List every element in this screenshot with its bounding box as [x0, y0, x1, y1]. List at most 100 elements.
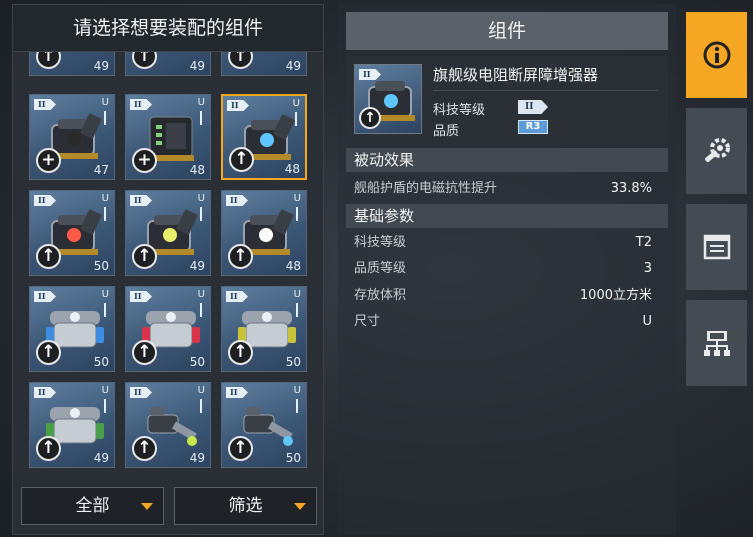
size-tag: U — [197, 289, 205, 300]
card-level: 49 — [285, 59, 301, 73]
list-panel-icon — [703, 234, 730, 260]
size-tag: U — [197, 193, 205, 204]
item-thumbnail: II ↑ — [354, 64, 422, 134]
upgrade-arrow-icon[interactable]: ↑ — [36, 244, 61, 269]
card-level: 49 — [93, 451, 109, 465]
card-level: 50 — [93, 355, 109, 369]
basic-row-label: 科技等级 — [354, 235, 407, 250]
card-level: 49 — [189, 59, 205, 73]
upgrade-arrow-icon: ↑ — [132, 52, 157, 69]
component-card[interactable]: II U ↑ 49 — [125, 382, 211, 468]
basic-section-title: 基础参数 — [346, 204, 668, 228]
component-card[interactable]: II U ↑ 49 — [125, 190, 211, 276]
passive-row: 舰船护盾的电磁抗性提升 33.8% — [346, 176, 668, 202]
info-icon — [703, 41, 730, 69]
tab-info[interactable] — [686, 12, 747, 98]
component-card[interactable]: ↑ 49 — [221, 52, 307, 76]
basic-row: 科技等级 T2 — [346, 230, 668, 256]
component-card[interactable]: ↑ 49 — [29, 52, 115, 76]
size-tag: U — [101, 385, 109, 396]
item-name: 旗舰级电阻断屏障增强器 — [433, 66, 599, 84]
card-level: 47 — [93, 163, 109, 177]
card-level: 48 — [284, 162, 300, 176]
quality-badge: R3 — [518, 120, 548, 134]
tab-list[interactable] — [686, 204, 747, 290]
basic-row-value: U — [642, 314, 652, 329]
upgrade-arrow-icon[interactable]: ↑ — [228, 244, 253, 269]
passive-section-title: 被动效果 — [346, 148, 668, 172]
dropdown-caret-icon — [141, 503, 153, 510]
filter-dropdown-label: 筛选 — [228, 496, 263, 516]
component-card[interactable]: II U ↑ 49 — [29, 382, 115, 468]
upgrade-arrow-icon: ↑ — [228, 52, 253, 69]
basic-row-value: 1000立方米 — [579, 288, 652, 303]
size-tag: U — [293, 385, 301, 396]
filter-dropdown[interactable]: 筛选 — [174, 487, 317, 525]
card-level: 50 — [189, 355, 205, 369]
size-tag: U — [197, 97, 205, 108]
quality-label: 品质 — [433, 124, 460, 139]
wrench-gear-icon — [704, 138, 730, 162]
basic-row: 品质等级 3 — [346, 256, 668, 282]
component-card[interactable]: II U ↑ 50 — [221, 286, 307, 372]
divider — [433, 90, 658, 91]
upgrade-arrow-icon[interactable]: ↑ — [36, 436, 61, 461]
add-circle-icon[interactable]: + — [36, 148, 61, 173]
basic-row: 尺寸 U — [346, 309, 668, 335]
component-detail-panel: 组件 II ↑ 旗舰级电阻断屏障增强器 科技等级 II 品质 R3 被动效果 舰… — [338, 4, 676, 535]
size-tag: U — [101, 193, 109, 204]
component-grid[interactable]: ↑ 49 ↑ 49 ↑ 49 II U +47 II U +48 II U ↑ 48 II U ↑ 50 II U ↑ 49 I… — [13, 52, 323, 482]
size-tag: U — [197, 385, 205, 396]
tech-tree-icon — [703, 331, 730, 356]
basic-row: 存放体积 1000立方米 — [346, 283, 668, 309]
card-level: 49 — [189, 451, 205, 465]
tab-modules[interactable] — [686, 108, 747, 194]
add-circle-icon[interactable]: + — [132, 148, 157, 173]
component-card[interactable]: ↑ 49 — [125, 52, 211, 76]
passive-row-label: 舰船护盾的电磁抗性提升 — [354, 181, 498, 196]
panel-title: 请选择想要装配的组件 — [13, 5, 323, 52]
tech-level-badge: II — [518, 100, 548, 114]
basic-row-value: 3 — [643, 261, 652, 276]
upgrade-arrow-icon: ↑ — [36, 52, 61, 69]
size-tag: U — [101, 97, 109, 108]
upgrade-arrow-icon[interactable]: ↑ — [132, 340, 157, 365]
upgrade-arrow-icon[interactable]: ↑ — [228, 340, 253, 365]
upgrade-arrow-icon[interactable]: ↑ — [228, 436, 253, 461]
component-card[interactable]: II U ↑ 50 — [29, 190, 115, 276]
dropdown-caret-icon — [294, 503, 306, 510]
basic-row-value: T2 — [635, 235, 652, 250]
component-card[interactable]: II U ↑ 50 — [125, 286, 211, 372]
tab-tech-tree[interactable] — [686, 300, 747, 386]
size-tag: U — [293, 193, 301, 204]
card-level: 48 — [189, 163, 205, 177]
component-card[interactable]: II U ↑ 48 — [221, 94, 307, 180]
upgrade-arrow-icon[interactable]: ↑ — [132, 436, 157, 461]
card-level: 49 — [93, 59, 109, 73]
component-picker-panel: 请选择想要装配的组件 ↑ 49 ↑ 49 ↑ 49 II U +47 II U +48 II U ↑ 48 II… — [12, 4, 324, 535]
upgrade-arrow-icon[interactable]: ↑ — [229, 147, 254, 172]
size-tag: U — [101, 289, 109, 300]
component-card[interactable]: II U ↑ 50 — [29, 286, 115, 372]
detail-header: 组件 — [346, 12, 668, 50]
basic-row-label: 存放体积 — [354, 288, 407, 303]
card-level: 50 — [285, 451, 301, 465]
card-level: 50 — [285, 355, 301, 369]
passive-row-value: 33.8% — [610, 181, 652, 196]
card-level: 50 — [93, 259, 109, 273]
basic-row-label: 品质等级 — [354, 261, 407, 276]
upgrade-arrow-icon: ↑ — [359, 107, 381, 129]
upgrade-arrow-icon[interactable]: ↑ — [36, 340, 61, 365]
card-level: 48 — [285, 259, 301, 273]
component-card[interactable]: II U +48 — [125, 94, 211, 180]
upgrade-arrow-icon[interactable]: ↑ — [132, 244, 157, 269]
size-tag: U — [293, 289, 301, 300]
category-dropdown[interactable]: 全部 — [21, 487, 164, 525]
basic-row-label: 尺寸 — [354, 314, 381, 329]
card-level: 49 — [189, 259, 205, 273]
component-card[interactable]: II U +47 — [29, 94, 115, 180]
tech-level-label: 科技等级 — [433, 103, 486, 118]
component-card[interactable]: II U ↑ 50 — [221, 382, 307, 468]
category-dropdown-label: 全部 — [75, 496, 110, 516]
component-card[interactable]: II U ↑ 48 — [221, 190, 307, 276]
